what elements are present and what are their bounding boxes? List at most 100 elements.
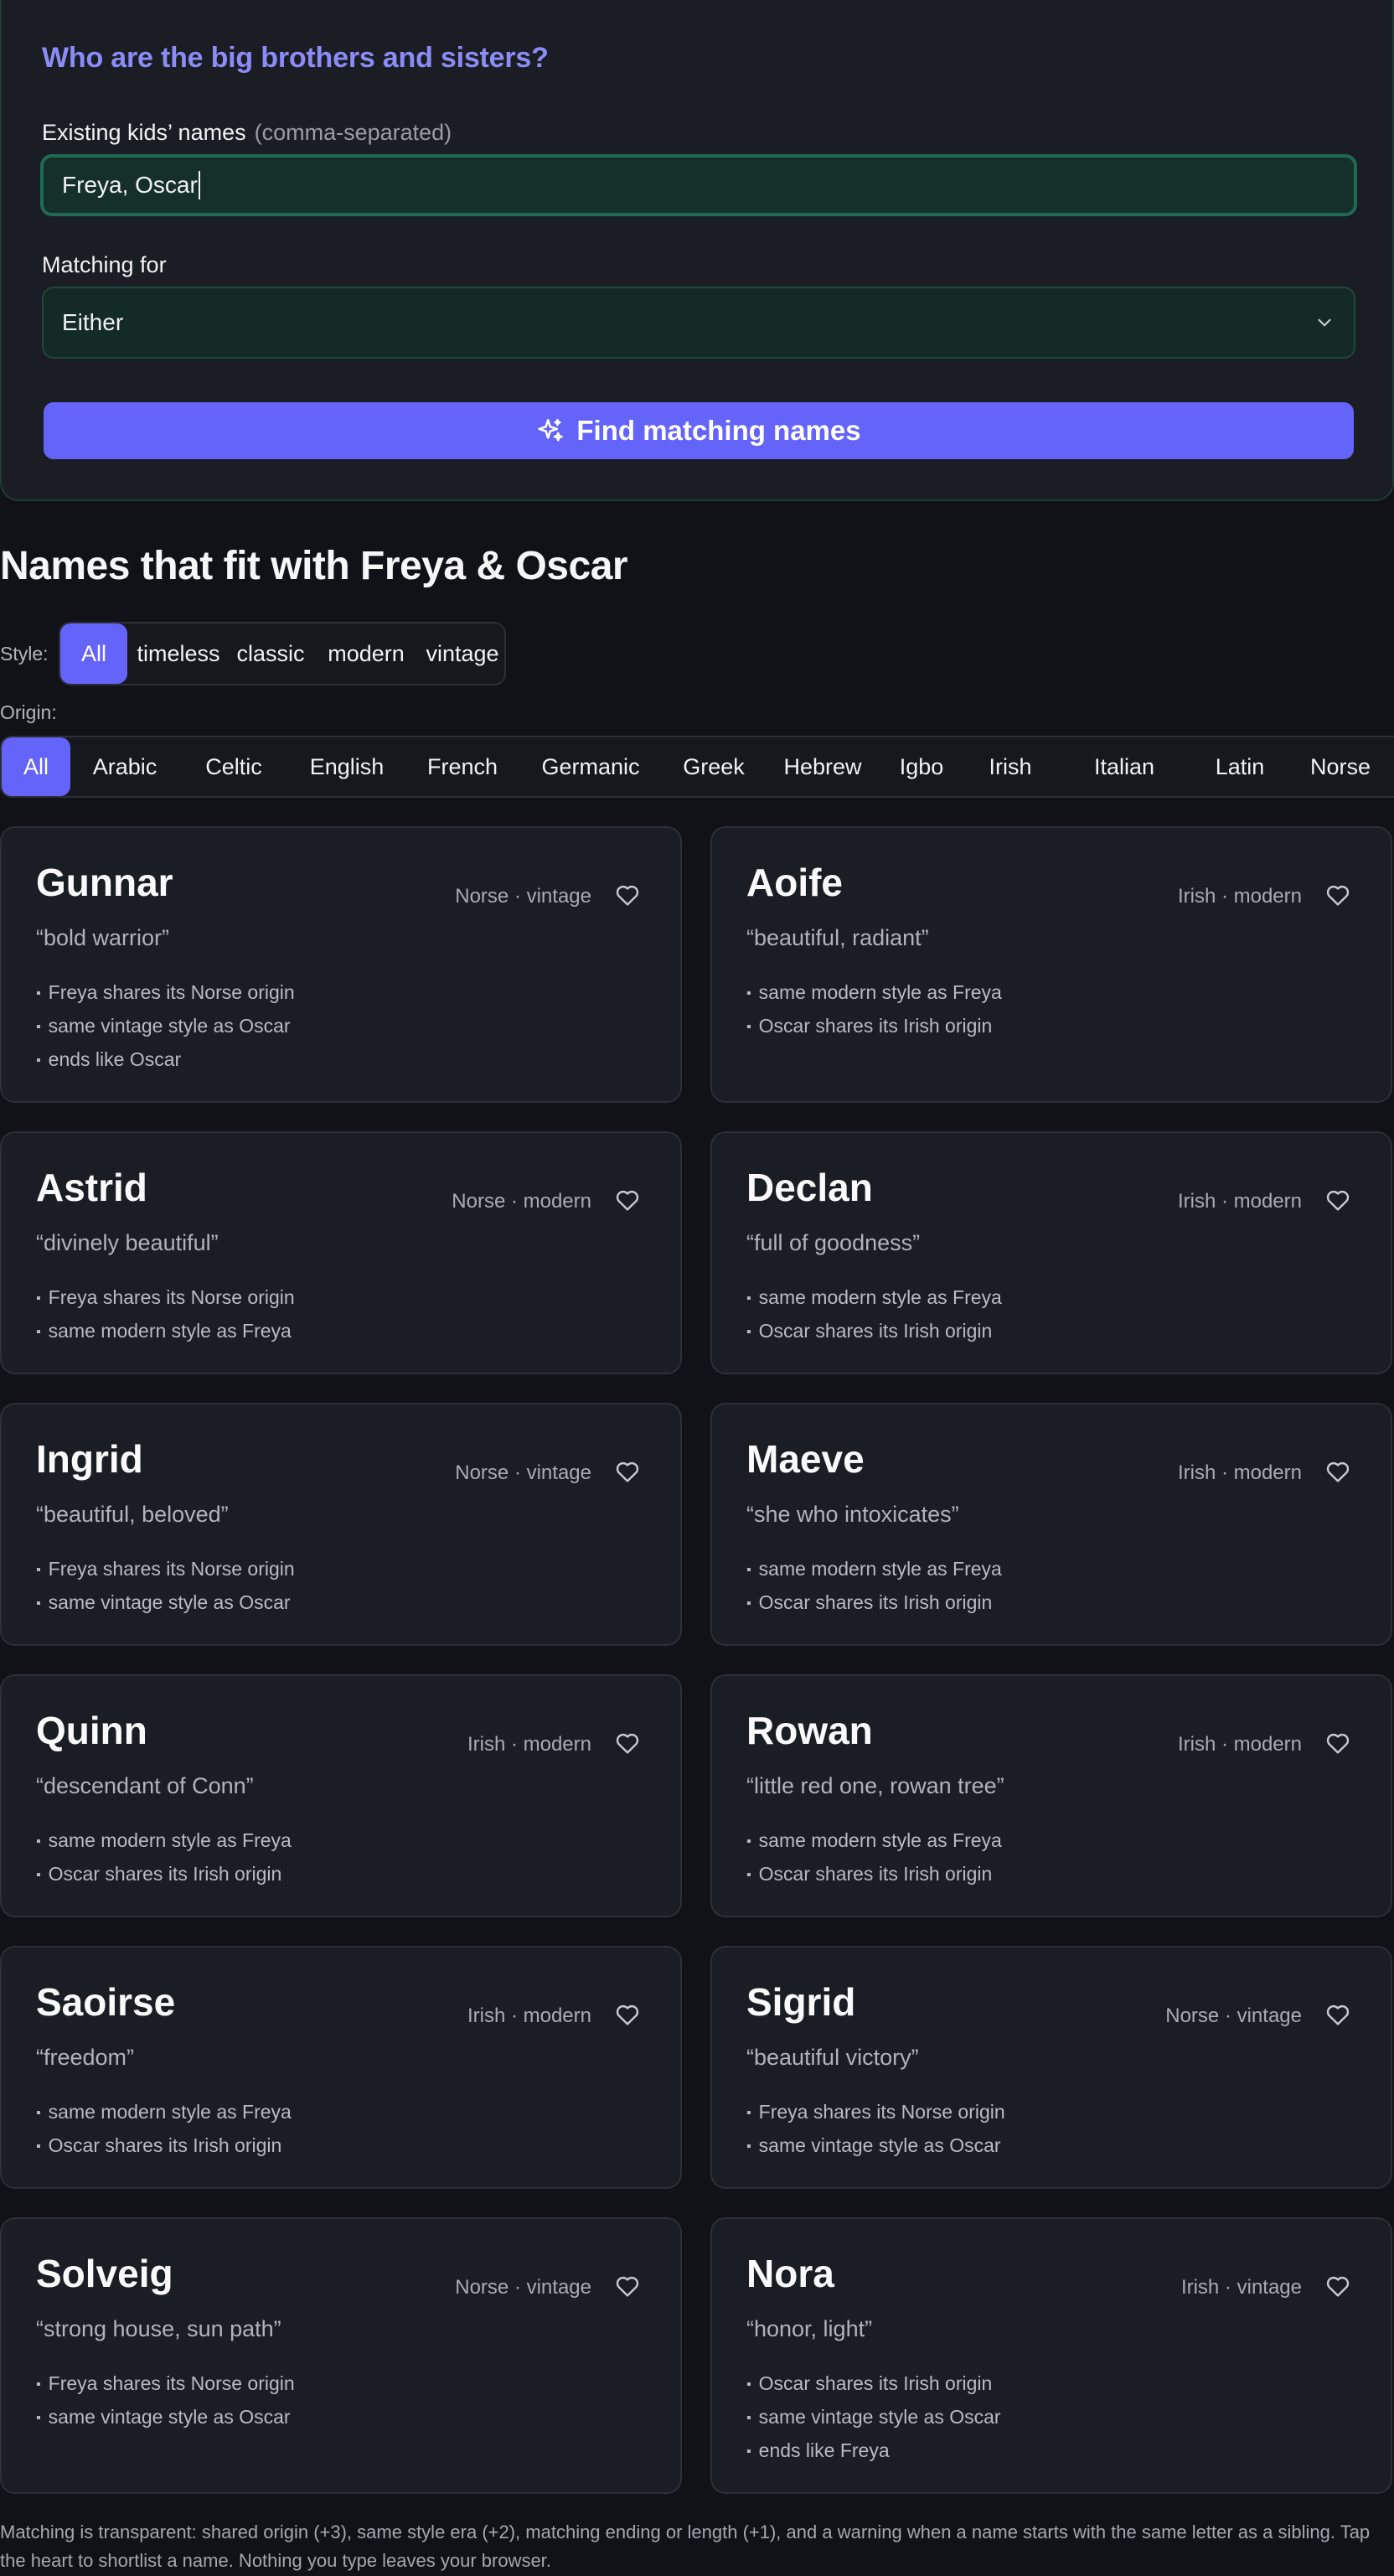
page: Who are the big brothers and sisters? Ex… (0, 0, 1394, 2576)
origin-pill-germanic[interactable]: Germanic (519, 737, 662, 796)
match-reason: Oscar shares its Irish origin (36, 2129, 292, 2162)
origin-pill-greek[interactable]: Greek (662, 737, 766, 796)
card-origin-style: Norse · vintage (455, 1461, 591, 1484)
match-reasons: same modern style as FreyaOscar shares i… (746, 975, 1002, 1042)
heart-icon[interactable] (613, 1187, 642, 1213)
match-reason: ends like Oscar (36, 1042, 295, 1076)
matching-select-value: Either (62, 309, 124, 335)
style-pill-timeless[interactable]: timeless (127, 623, 230, 684)
style-pill-all[interactable]: All (60, 623, 127, 684)
match-reason: same modern style as Freya (746, 1280, 1002, 1314)
name-card-astrid: Astrid Norse · modern “divinely beautiful”… (0, 1131, 682, 1374)
match-reasons: same modern style as FreyaOscar shares i… (36, 2095, 292, 2162)
card-meaning: “bold warrior” (36, 925, 170, 950)
heart-icon[interactable] (1324, 1187, 1352, 1213)
card-origin-style: Norse · modern (452, 1190, 591, 1213)
names-label-hint: (comma-separated) (254, 120, 452, 145)
heart-icon[interactable] (613, 2273, 642, 2299)
match-reasons: same modern style as FreyaOscar shares i… (36, 1823, 292, 1891)
card-origin-style: Norse · vintage (455, 2276, 591, 2299)
card-name: Saoirse (36, 1980, 176, 2024)
origin-pill-celtic[interactable]: Celtic (179, 737, 288, 796)
origin-pill-italian[interactable]: Italian (1057, 737, 1191, 796)
matching-select[interactable]: Either (42, 287, 1355, 359)
style-pill-modern[interactable]: modern (312, 623, 421, 684)
origin-pill-arabic[interactable]: Arabic (70, 737, 179, 796)
match-reasons: same modern style as FreyaOscar shares i… (746, 1280, 1002, 1347)
match-reason: Oscar shares its Irish origin (746, 1314, 1002, 1347)
heart-icon[interactable] (1324, 882, 1352, 908)
origin-pill-english[interactable]: English (288, 737, 405, 796)
card-origin-style: Irish · modern (467, 1733, 591, 1756)
match-reasons: Oscar shares its Irish originsame vintag… (746, 2367, 1001, 2467)
style-pill-vintage[interactable]: vintage (421, 623, 504, 684)
match-reason: Freya shares its Norse origin (36, 1552, 295, 1585)
match-reasons: Freya shares its Norse originsame vintag… (36, 975, 295, 1076)
origin-pill-latin[interactable]: Latin (1191, 737, 1288, 796)
match-reasons: Freya shares its Norse originsame vintag… (746, 2095, 1005, 2162)
style-filter: All timeless classic modern vintage (59, 622, 506, 685)
match-reasons: Freya shares its Norse originsame modern… (36, 1280, 295, 1347)
name-card-declan: Declan Irish · modern “full of goodness” sa… (710, 1131, 1392, 1374)
card-origin-style: Irish · modern (1177, 1190, 1302, 1213)
card-meaning: “she who intoxicates” (746, 1502, 959, 1527)
results-title: Names that fit with Freya & Oscar (0, 544, 628, 588)
siblings-form: Who are the big brothers and sisters? Ex… (0, 0, 1394, 501)
names-label-text: Existing kids’ names (42, 120, 246, 145)
heart-icon[interactable] (613, 1730, 642, 1756)
heart-icon[interactable] (1324, 2273, 1352, 2299)
name-card-aoife: Aoife Irish · modern “beautiful, radiant” s… (710, 826, 1392, 1103)
origin-pill-irish[interactable]: Irish (963, 737, 1057, 796)
heart-icon[interactable] (1324, 1730, 1352, 1756)
name-card-solveig: Solveig Norse · vintage “strong house, sun… (0, 2217, 682, 2494)
names-input[interactable]: Freya, Oscar (40, 154, 1357, 216)
match-reason: Freya shares its Norse origin (746, 2095, 1005, 2129)
style-filter-label: Style: (0, 643, 49, 665)
heart-icon[interactable] (613, 2001, 642, 2028)
name-card-saoirse: Saoirse Irish · modern “freedom” same moder… (0, 1946, 682, 2189)
card-name: Ingrid (36, 1437, 143, 1481)
match-reasons: Freya shares its Norse originsame vintag… (36, 1552, 295, 1619)
name-card-gunnar: Gunnar Norse · vintage “bold warrior” Freya… (0, 826, 682, 1103)
find-matching-names-button[interactable]: Find matching names (44, 402, 1354, 459)
card-meaning: “strong house, sun path” (36, 2316, 281, 2341)
match-reason: ends like Freya (746, 2434, 1001, 2467)
match-reason: same vintage style as Oscar (746, 2129, 1005, 2162)
card-name: Declan (746, 1166, 873, 1209)
chevron-down-icon (1318, 318, 1331, 327)
card-name: Nora (746, 2252, 834, 2295)
match-reason: same modern style as Freya (36, 1314, 295, 1347)
match-reason: same vintage style as Oscar (36, 1009, 295, 1042)
match-reason: same modern style as Freya (36, 1823, 292, 1857)
origin-pill-all[interactable]: All (2, 737, 70, 796)
match-reason: Oscar shares its Irish origin (746, 2367, 1001, 2400)
origin-pill-hebrew[interactable]: Hebrew (766, 737, 880, 796)
origin-pill-igbo[interactable]: Igbo (880, 737, 963, 796)
origin-pill-norse[interactable]: Norse (1288, 737, 1392, 796)
card-origin-style: Irish · modern (1177, 1733, 1302, 1756)
card-meaning: “little red one, rowan tree” (746, 1773, 1004, 1798)
card-origin-style: Irish · modern (1177, 1461, 1302, 1484)
heart-icon[interactable] (613, 882, 642, 908)
text-caret (198, 171, 200, 199)
card-name: Rowan (746, 1709, 873, 1752)
heart-icon[interactable] (613, 1458, 642, 1485)
card-name: Solveig (36, 2252, 173, 2295)
form-title: Who are the big brothers and sisters? (42, 42, 549, 74)
card-name: Quinn (36, 1709, 147, 1752)
card-origin-style: Irish · modern (1177, 885, 1302, 908)
card-meaning: “beautiful, radiant” (746, 925, 929, 950)
matching-field-label: Matching for (42, 252, 167, 277)
origin-filter-label: Origin: (0, 701, 57, 723)
style-pill-classic[interactable]: classic (230, 623, 312, 684)
card-name: Maeve (746, 1437, 865, 1481)
match-reason: Oscar shares its Irish origin (746, 1857, 1002, 1891)
origin-pill-french[interactable]: French (405, 737, 519, 796)
card-name: Astrid (36, 1166, 147, 1209)
names-field-label: Existing kids’ names (comma-separated) (42, 120, 452, 146)
heart-icon[interactable] (1324, 2001, 1352, 2028)
card-name: Sigrid (746, 1980, 856, 2024)
heart-icon[interactable] (1324, 1458, 1352, 1485)
card-meaning: “divinely beautiful” (36, 1230, 219, 1255)
card-origin-style: Norse · vintage (455, 885, 591, 908)
